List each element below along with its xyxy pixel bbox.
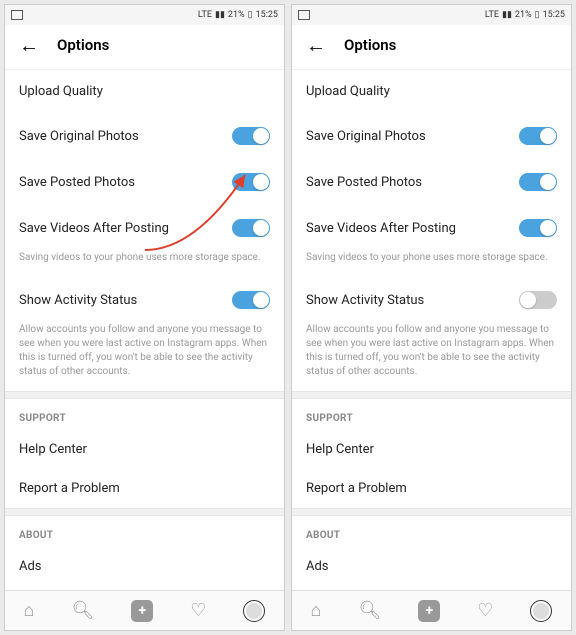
- search-icon[interactable]: 🔍︎: [358, 600, 381, 621]
- label-activity-status: Show Activity Status: [306, 293, 424, 308]
- section-about: ABOUT: [5, 516, 284, 547]
- link-report-problem[interactable]: Report a Problem: [292, 469, 571, 508]
- row-save-posted[interactable]: Save Posted Photos: [19, 159, 270, 205]
- page-title: Options: [344, 36, 396, 54]
- label-upload-quality: Upload Quality: [19, 84, 103, 99]
- profile-avatar[interactable]: [243, 600, 265, 622]
- status-bar: LTE ▮▮ 21% ▯ 15:25: [5, 5, 284, 25]
- toggle-save-videos[interactable]: [519, 219, 557, 237]
- status-bar: LTE ▮▮ 21% ▯ 15:25: [292, 5, 571, 25]
- clock-text: 15:25: [256, 10, 278, 20]
- profile-avatar[interactable]: [530, 600, 552, 622]
- toggle-save-videos[interactable]: [232, 219, 270, 237]
- toggle-save-posted[interactable]: [232, 173, 270, 191]
- search-icon[interactable]: 🔍︎: [71, 600, 94, 621]
- help-save-videos: Saving videos to your phone uses more st…: [5, 251, 284, 277]
- heart-icon[interactable]: ♡: [190, 600, 206, 621]
- section-support: SUPPORT: [292, 399, 571, 430]
- network-icon: LTE: [485, 10, 499, 20]
- divider: [5, 391, 284, 399]
- network-icon: LTE: [198, 10, 212, 20]
- page-title: Options: [57, 36, 109, 54]
- label-save-videos: Save Videos After Posting: [306, 221, 456, 236]
- row-activity-status[interactable]: Show Activity Status: [306, 277, 557, 323]
- row-save-posted[interactable]: Save Posted Photos: [306, 159, 557, 205]
- heart-icon[interactable]: ♡: [477, 600, 493, 621]
- clock-text: 15:25: [543, 10, 565, 20]
- link-ads[interactable]: Ads: [5, 547, 284, 586]
- help-activity-status: Allow accounts you follow and anyone you…: [5, 323, 284, 391]
- label-save-original: Save Original Photos: [306, 129, 426, 144]
- phone-left: LTE ▮▮ 21% ▯ 15:25 ← Options Upload Qual…: [4, 4, 285, 631]
- label-save-posted: Save Posted Photos: [306, 175, 422, 190]
- add-post-icon[interactable]: +: [418, 600, 440, 622]
- divider: [292, 508, 571, 516]
- header: ← Options: [292, 25, 571, 70]
- battery-icon: ▯: [535, 10, 540, 20]
- back-icon[interactable]: ←: [19, 35, 39, 55]
- row-save-original[interactable]: Save Original Photos: [19, 113, 270, 159]
- content: Upload Quality Save Original Photos Save…: [5, 70, 284, 630]
- home-icon[interactable]: ⌂: [311, 600, 322, 621]
- row-activity-status[interactable]: Show Activity Status: [19, 277, 270, 323]
- link-help-center[interactable]: Help Center: [292, 430, 571, 469]
- phone-right: LTE ▮▮ 21% ▯ 15:25 ← Options Upload Qual…: [291, 4, 572, 631]
- divider: [5, 508, 284, 516]
- bottom-nav: ⌂ 🔍︎ + ♡: [5, 590, 284, 630]
- section-support: SUPPORT: [5, 399, 284, 430]
- link-ads[interactable]: Ads: [292, 547, 571, 586]
- help-save-videos: Saving videos to your phone uses more st…: [292, 251, 571, 277]
- toggle-save-posted[interactable]: [519, 173, 557, 191]
- signal-icon: ▮▮: [502, 10, 512, 20]
- battery-icon: ▯: [248, 10, 253, 20]
- add-post-icon[interactable]: +: [131, 600, 153, 622]
- label-save-original: Save Original Photos: [19, 129, 139, 144]
- link-report-problem[interactable]: Report a Problem: [5, 469, 284, 508]
- toggle-save-original[interactable]: [519, 127, 557, 145]
- label-save-videos: Save Videos After Posting: [19, 221, 169, 236]
- toggle-activity-status[interactable]: [232, 291, 270, 309]
- toggle-save-original[interactable]: [232, 127, 270, 145]
- row-save-videos[interactable]: Save Videos After Posting: [306, 205, 557, 251]
- header: ← Options: [5, 25, 284, 70]
- gallery-icon: [11, 10, 23, 20]
- signal-icon: ▮▮: [215, 10, 225, 20]
- toggle-activity-status[interactable]: [519, 291, 557, 309]
- back-icon[interactable]: ←: [306, 35, 326, 55]
- label-activity-status: Show Activity Status: [19, 293, 137, 308]
- divider: [292, 391, 571, 399]
- battery-text: 21%: [228, 10, 245, 20]
- label-save-posted: Save Posted Photos: [19, 175, 135, 190]
- help-activity-status: Allow accounts you follow and anyone you…: [292, 323, 571, 391]
- home-icon[interactable]: ⌂: [24, 600, 35, 621]
- bottom-nav: ⌂ 🔍︎ + ♡: [292, 590, 571, 630]
- row-save-original[interactable]: Save Original Photos: [306, 113, 557, 159]
- section-about: ABOUT: [292, 516, 571, 547]
- link-help-center[interactable]: Help Center: [5, 430, 284, 469]
- row-upload-quality[interactable]: Upload Quality: [19, 70, 270, 113]
- gallery-icon: [298, 10, 310, 20]
- row-upload-quality[interactable]: Upload Quality: [306, 70, 557, 113]
- row-save-videos[interactable]: Save Videos After Posting: [19, 205, 270, 251]
- battery-text: 21%: [515, 10, 532, 20]
- label-upload-quality: Upload Quality: [306, 84, 390, 99]
- content: Upload Quality Save Original Photos Save…: [292, 70, 571, 630]
